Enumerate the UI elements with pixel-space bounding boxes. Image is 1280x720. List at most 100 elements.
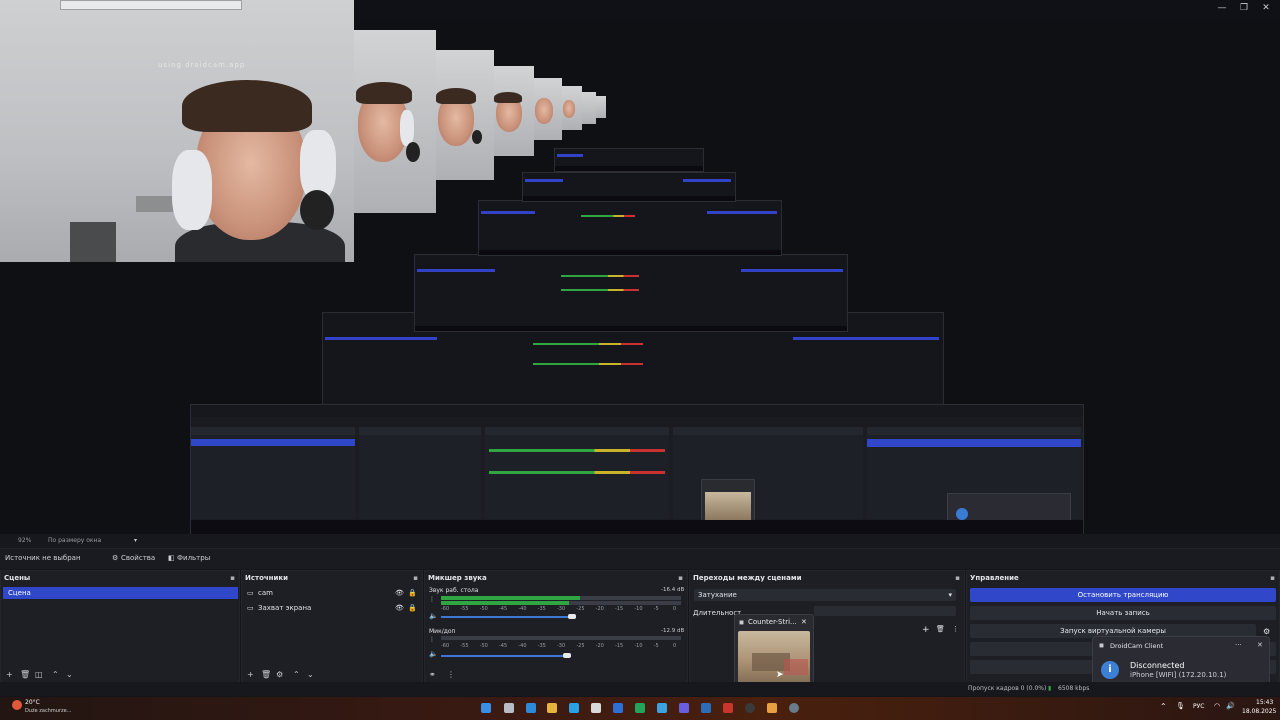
source-item-screen[interactable]: Захват экрана (258, 604, 311, 612)
folder-icon[interactable] (547, 703, 557, 713)
mail-icon[interactable] (613, 703, 623, 713)
webcam-source: using droidcam.app (0, 0, 354, 262)
maximize-button[interactable]: ❐ (1233, 0, 1255, 18)
volume-icon[interactable]: 🔊 (1226, 702, 1235, 710)
edge-icon[interactable] (526, 703, 536, 713)
dock-menu-icon[interactable]: ▪ (1270, 571, 1275, 585)
app-icon-red[interactable] (723, 703, 733, 713)
steam-icon[interactable] (701, 703, 711, 713)
telegram-icon[interactable] (657, 703, 667, 713)
level-meter-mic (441, 636, 681, 640)
meter-tick-label: -25 (576, 643, 585, 649)
link-icon[interactable]: ⚭ (429, 670, 436, 679)
transition-select[interactable]: Затухание ▾ (694, 589, 956, 601)
close-icon[interactable]: ✕ (801, 618, 807, 626)
settings-icon[interactable] (789, 703, 799, 713)
add-icon[interactable]: + (6, 670, 13, 679)
window-preview-popup[interactable]: ◼ Counter-Stri... ✕ (734, 614, 814, 690)
monitor-icon: ▭ (247, 604, 254, 612)
lock-icon[interactable]: 🔒 (408, 604, 417, 612)
speaker-icon[interactable]: 🔈 (429, 612, 438, 620)
droidcam-app-icon: ◼ (1099, 642, 1104, 649)
gear-icon: ⚙ (112, 554, 119, 562)
dock-menu-icon[interactable]: ▪ (678, 571, 683, 585)
more-vertical-icon[interactable]: ⋮ (952, 625, 959, 633)
volume-slider-mic[interactable] (441, 655, 568, 657)
language-indicator[interactable]: РУС (1193, 703, 1204, 710)
clock-date[interactable]: 18.08.2025 (1242, 708, 1276, 715)
chevron-up-icon[interactable]: ⌃ (293, 670, 300, 679)
nested-preview-3 (478, 200, 782, 256)
minimize-button[interactable]: — (1211, 0, 1233, 18)
duration-input[interactable] (814, 606, 956, 616)
search-icon[interactable] (504, 703, 514, 713)
properties-button[interactable]: Свойства (121, 554, 155, 562)
more-vertical-icon[interactable]: ⋮ (447, 670, 455, 679)
channel-name-desktop: Звук раб. стола (429, 587, 479, 594)
drag-handle-icon[interactable]: ⋮ (429, 596, 435, 603)
speaker-icon[interactable]: 🔈 (429, 650, 438, 658)
meter-tick-label: -10 (634, 643, 643, 649)
fit-mode-label[interactable]: По размеру окна (48, 534, 101, 548)
gear-icon[interactable]: ⚙ (276, 670, 283, 679)
close-icon[interactable]: ✕ (1257, 641, 1263, 649)
dock-menu-icon[interactable]: ▪ (413, 571, 418, 585)
obs-icon[interactable] (745, 703, 755, 713)
start-record-button[interactable]: Начать запись (970, 606, 1276, 620)
start-icon[interactable] (481, 703, 491, 713)
sources-dock: Источники ▪ ▭ cam 👁 🔒 ▭ Захват экрана 👁 🔒… (241, 570, 423, 684)
dock-menu-icon[interactable]: ▪ (230, 571, 235, 585)
weather-icon[interactable] (12, 700, 22, 710)
program-preview[interactable]: using droidcam.app (0, 0, 1280, 536)
filters-button[interactable]: Фильтры (177, 554, 210, 562)
spotify-icon[interactable] (635, 703, 645, 713)
clock-time[interactable]: 15:43 (1256, 699, 1273, 706)
stop-stream-button[interactable]: Остановить трансляцию (970, 588, 1276, 602)
chevron-down-icon[interactable]: ⌄ (307, 670, 314, 679)
popup-thumbnail[interactable] (738, 631, 810, 685)
add-icon[interactable]: + (247, 670, 254, 679)
trash-icon[interactable]: 🗑 (20, 670, 30, 679)
trash-icon[interactable]: 🗑 (261, 670, 271, 679)
wifi-icon[interactable]: ◠ (1214, 702, 1220, 710)
store-icon[interactable] (591, 703, 601, 713)
lock-icon[interactable]: 🔒 (408, 589, 417, 597)
chevron-up-icon[interactable]: ⌃ (1160, 702, 1167, 711)
chevron-up-icon[interactable]: ⌃ (52, 670, 59, 679)
weather-temp[interactable]: 20°C (25, 699, 40, 706)
eye-icon[interactable]: 👁 (395, 589, 404, 597)
zoom-level[interactable]: 92% (18, 534, 31, 548)
browser-icon[interactable] (569, 703, 579, 713)
discord-icon[interactable] (679, 703, 689, 713)
scene-item[interactable]: Сцена (3, 587, 238, 599)
filter-icon[interactable]: ◫ (35, 670, 43, 679)
meter-tick-label: -60 (441, 606, 450, 612)
headset-left (172, 150, 212, 230)
meter-tick-label: -15 (615, 643, 624, 649)
chevron-down-icon: ▾ (948, 591, 952, 599)
source-toolbar: Источник не выбран ⚙ Свойства ◧ Фильтры (0, 548, 1280, 569)
volume-knob-desktop[interactable] (567, 614, 576, 619)
scene-transitions-dock: Переходы между сценами ▪ Затухание ▾ Длит… (689, 570, 965, 684)
weather-text[interactable]: Duże zachmurze... (25, 708, 71, 714)
trash-icon[interactable]: 🗑 (936, 625, 945, 633)
microphone-icon[interactable]: 🎙 (1176, 702, 1185, 710)
eye-icon[interactable]: 👁 (395, 604, 404, 612)
windows-taskbar: 20°C Duże zachmurze... ⌃ 🎙 РУС ◠ 🔊 15:43… (0, 697, 1280, 720)
channel-name-mic: Мик/доп (429, 628, 456, 635)
dock-menu-icon[interactable]: ▪ (955, 571, 960, 585)
fit-dropdown-icon[interactable]: ▾ (134, 534, 137, 548)
gear-icon[interactable]: ⚙ (1263, 627, 1270, 636)
droidcam-notification[interactable]: ◼ DroidCam Client ··· ✕ i Disconnected i… (1092, 636, 1270, 688)
game-icon[interactable] (767, 703, 777, 713)
more-icon[interactable]: ··· (1235, 641, 1242, 649)
chevron-down-icon[interactable]: ⌄ (66, 670, 73, 679)
volume-slider-desktop[interactable] (441, 616, 572, 618)
drag-handle-icon[interactable]: ⋮ (429, 636, 435, 643)
close-button[interactable]: ✕ (1255, 0, 1277, 18)
monitor-icon: ▭ (247, 589, 254, 597)
add-icon[interactable]: + (922, 625, 930, 635)
volume-knob-mic[interactable] (563, 653, 572, 658)
source-item-cam[interactable]: cam (258, 589, 273, 597)
meter-tick-label: -40 (518, 606, 527, 612)
